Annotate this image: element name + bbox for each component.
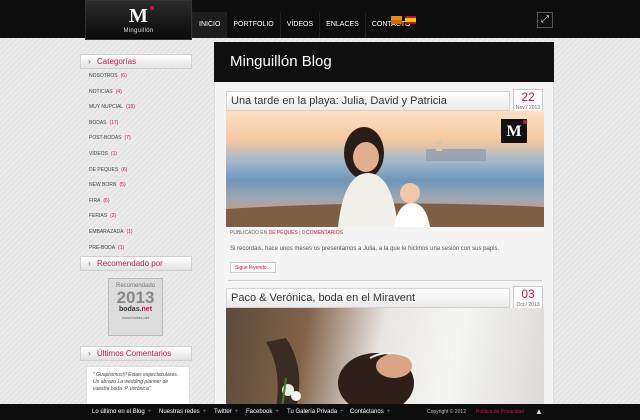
flag-spain-icon[interactable] <box>405 16 416 24</box>
footer-bar: Lo último en el Blog + Nuestras redes + Tw… <box>0 404 640 420</box>
categories-title: Categorías <box>97 57 137 66</box>
post-meta: PUBLICADO EN DE PEQUES | 0 COMENTARIOS <box>230 230 343 236</box>
chevron-right-icon: › <box>88 57 91 66</box>
category-item[interactable]: NEW BORN (5) <box>89 180 189 196</box>
footer-link-twitter[interactable]: Twitter + <box>214 404 238 420</box>
bodas-net-badge[interactable]: Recomendado 2013 bodas.net www.bodas.net <box>108 278 163 336</box>
badge-year: 2013 <box>116 288 155 307</box>
logo-text: Minguillón <box>123 28 154 34</box>
category-item[interactable]: FIRA (6) <box>89 196 189 212</box>
copyright-text: Copyright © 2012 <box>427 409 466 415</box>
privacy-link[interactable]: Política de Privacidad <box>476 404 524 420</box>
footer-link-facebook[interactable]: Facebook + <box>246 404 279 420</box>
svg-text:M: M <box>506 123 521 140</box>
footer-link-galeria[interactable]: Tu Galería Privada + <box>287 404 344 420</box>
flag-catalan-icon[interactable] <box>391 16 402 24</box>
category-item[interactable]: NOTICIAS (4) <box>89 87 189 103</box>
category-item[interactable]: BODAS (17) <box>89 118 189 134</box>
comments-header: › Últimos Comentarios <box>80 346 192 361</box>
category-item[interactable]: FERIAS (2) <box>89 211 189 227</box>
post-excerpt: Si recordáis, hace unos meses os present… <box>230 246 500 252</box>
post-title[interactable]: Paco & Verónica, boda en el Miravent <box>226 288 510 308</box>
category-item[interactable]: EMBARAZADA (1) <box>89 227 189 243</box>
main-nav: INICIO PORTFOLIO VÍDEOS ENLACES CONTACTO <box>192 12 417 38</box>
site-logo[interactable]: M Minguillón <box>85 0 192 40</box>
post-day: 03 <box>521 287 535 301</box>
nav-portfolio[interactable]: PORTFOLIO <box>226 12 279 38</box>
footer-link-contacto[interactable]: Contáctanos + <box>350 404 390 420</box>
category-item[interactable]: DE PEQUES (6) <box>89 165 189 181</box>
read-more-button[interactable]: Sigue leyendo... <box>230 262 276 273</box>
category-list: NOSOTROS (6) NOTICIAS (4) MUY NUPCIAL (19) … <box>89 71 189 258</box>
recommended-header: › Recomendado por <box>80 256 192 271</box>
footer-link-blog[interactable]: Lo último en el Blog + <box>92 404 151 420</box>
category-item[interactable]: MUY NUPCIAL (19) <box>89 102 189 118</box>
logo-mark-icon: M <box>128 6 154 26</box>
page-title: Minguillón Blog <box>214 42 554 82</box>
badge-brand: bodas.net <box>118 306 153 313</box>
recommended-title: Recomendado por <box>97 259 163 268</box>
badge-url: www.bodas.net <box>121 315 150 320</box>
comments-title: Últimos Comentarios <box>97 349 172 358</box>
post-image[interactable] <box>226 308 544 408</box>
chevron-right-icon: › <box>88 259 91 268</box>
nav-enlaces[interactable]: ENLACES <box>319 12 365 38</box>
categories-header: › Categorías <box>80 54 192 69</box>
post-category-link[interactable]: DE PEQUES <box>269 230 298 236</box>
language-flags <box>391 16 416 24</box>
category-item[interactable]: VÍDEOS (1) <box>89 149 189 165</box>
scroll-top-icon[interactable]: ▲ <box>535 407 543 417</box>
post-title[interactable]: Una tarde en la playa: Julia, David y Pa… <box>226 91 510 111</box>
beach-photo: M <box>226 119 544 227</box>
category-item[interactable]: POST-BODAS (7) <box>89 133 189 149</box>
category-item[interactable]: NOSOTROS (6) <box>89 71 189 87</box>
nav-inicio[interactable]: INICIO <box>192 12 227 38</box>
nav-videos[interactable]: VÍDEOS <box>279 12 319 38</box>
chevron-right-icon: › <box>88 349 91 358</box>
wedding-photo <box>266 338 414 408</box>
post-day: 22 <box>521 90 535 104</box>
post-comments-link[interactable]: 0 COMENTARIOS <box>302 230 343 236</box>
fullscreen-icon[interactable]: ⤢ <box>537 12 553 28</box>
post-image[interactable]: M <box>226 111 544 227</box>
post-divider <box>228 280 542 281</box>
footer-link-redes[interactable]: Nuestras redes + <box>159 404 206 420</box>
